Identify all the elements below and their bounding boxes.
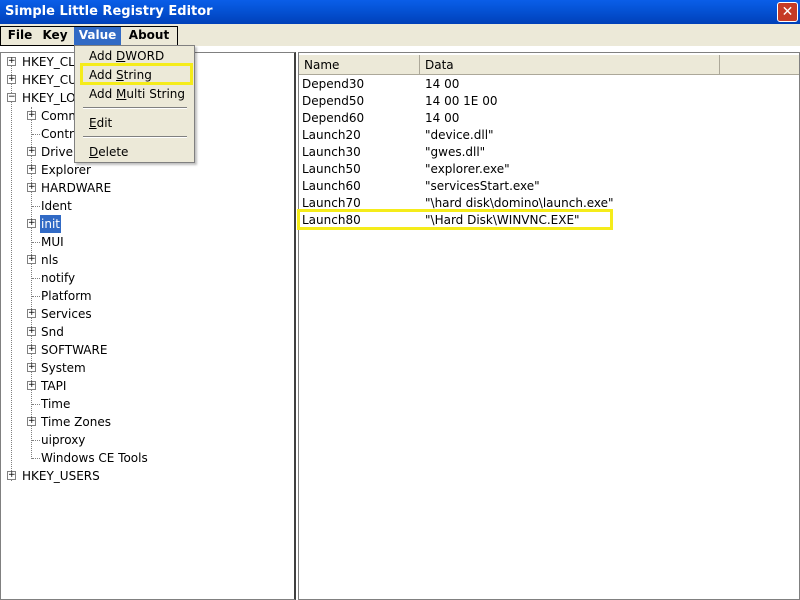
tree-node-label: HKEY_CU — [22, 73, 77, 87]
column-header-empty — [720, 55, 799, 75]
menu-item-edit[interactable]: Edit — [89, 114, 112, 132]
value-name-cell[interactable]: Launch20 — [302, 127, 361, 144]
expand-icon[interactable]: + — [7, 471, 16, 480]
expand-icon[interactable]: + — [7, 57, 16, 66]
value-name-cell[interactable]: Depend50 — [302, 93, 364, 110]
tree-line — [32, 206, 40, 207]
expand-icon[interactable]: + — [27, 183, 36, 192]
title-bar: Simple Little Registry Editor ✕ — [0, 0, 800, 24]
tree-node-label: nls — [41, 253, 59, 267]
menu-item-text: Add — [89, 87, 117, 101]
expand-icon[interactable]: + — [27, 345, 36, 354]
menu-item-text: tring — [123, 68, 152, 82]
tree-node-label: SOFTWARE — [41, 343, 108, 357]
menu-item-accel: D — [116, 49, 126, 63]
value-data-cell: "\Hard Disk\WINVNC.EXE" — [425, 213, 580, 227]
value-name-cell[interactable]: Launch70 — [302, 195, 361, 212]
value-name-cell[interactable]: Launch30 — [302, 144, 361, 161]
value-data-cell: "gwes.dll" — [425, 145, 486, 159]
menu-item-add-multi-string[interactable]: Add Multi String — [89, 85, 185, 103]
menu-item-add-string[interactable]: Add String — [89, 66, 152, 84]
column-header-name[interactable]: Name — [299, 55, 420, 75]
menu-separator — [83, 107, 187, 109]
tree-line — [31, 107, 32, 459]
expand-icon[interactable]: + — [27, 309, 36, 318]
tree-node-label: notify — [41, 271, 76, 285]
tree-node-label: Platform — [41, 289, 92, 303]
value-data-cell: 14 00 — [425, 111, 460, 125]
tree-node-label: Explorer — [41, 163, 91, 177]
value-data-cell: 14 00 — [425, 77, 460, 91]
tree-node-label: Services — [41, 307, 92, 321]
menubar-frame — [0, 26, 178, 46]
tree-node-label: TAPI — [41, 379, 67, 393]
tree-node-label: HKEY_CL — [22, 55, 75, 69]
menu-item-add-dword[interactable]: Add DWORD — [89, 47, 164, 65]
menu-item-text: dit — [96, 116, 113, 130]
menu-item-text: ulti String — [126, 87, 186, 101]
close-button[interactable]: ✕ — [777, 2, 798, 22]
value-menu-dropdown: Add DWORD Add String Add Multi String Ed… — [74, 45, 195, 163]
tree-line — [32, 278, 40, 279]
menu-item-accel: D — [89, 145, 99, 159]
tree-node-label: MUI — [41, 235, 64, 249]
window-title: Simple Little Registry Editor — [5, 4, 213, 19]
tree-line — [32, 440, 40, 441]
tree-node-label: HKEY_USERS — [22, 469, 100, 483]
tree-node-label: Driver — [41, 145, 78, 159]
expand-icon[interactable]: + — [27, 255, 36, 264]
expand-icon[interactable]: + — [27, 111, 36, 120]
value-data-cell: "\hard disk\domino\launch.exe" — [425, 196, 614, 210]
value-data-cell: 14 00 1E 00 — [425, 94, 498, 108]
values-list[interactable]: Name Data Depend30 14 00 Depend50 14 00 … — [298, 52, 800, 600]
value-name-cell[interactable]: Depend60 — [302, 110, 364, 127]
tree-line — [11, 61, 12, 481]
value-name-cell[interactable]: Depend30 — [302, 76, 364, 93]
expand-icon[interactable]: + — [7, 75, 16, 84]
menu-item-accel: M — [116, 87, 127, 101]
tree-line — [32, 458, 40, 459]
tree-node-label: Snd — [41, 325, 64, 339]
expand-icon[interactable]: + — [27, 417, 36, 426]
tree-line — [32, 242, 40, 243]
tree-node-label-selected: init — [40, 215, 61, 233]
collapse-icon[interactable]: − — [7, 93, 16, 102]
close-icon: ✕ — [781, 4, 794, 20]
menu-item-text: WORD — [125, 49, 165, 63]
menu-item-delete[interactable]: Delete — [89, 143, 128, 161]
value-data-cell: "servicesStart.exe" — [425, 179, 540, 193]
value-data-cell: "explorer.exe" — [425, 162, 510, 176]
value-name-cell[interactable]: Launch80 — [302, 212, 361, 229]
expand-icon[interactable]: + — [27, 219, 36, 228]
column-header-data[interactable]: Data — [420, 55, 720, 75]
value-name-cell[interactable]: Launch60 — [302, 178, 361, 195]
expand-icon[interactable]: + — [27, 363, 36, 372]
value-data-cell: "device.dll" — [425, 128, 494, 142]
tree-node-label: Time Zones — [41, 415, 111, 429]
menu-item-accel: E — [89, 116, 97, 130]
menu-item-text: elete — [98, 145, 129, 159]
tree-node-label: uiproxy — [41, 433, 86, 447]
expand-icon[interactable]: + — [27, 165, 36, 174]
tree-line — [32, 404, 40, 405]
expand-icon[interactable]: + — [27, 381, 36, 390]
tree-node-label: Ident — [41, 199, 72, 213]
value-name-cell[interactable]: Launch50 — [302, 161, 361, 178]
tree-node-label: HKEY_LO — [22, 91, 76, 105]
tree-line — [32, 134, 40, 135]
expand-icon[interactable]: + — [27, 327, 36, 336]
menu-separator — [83, 136, 187, 138]
tree-node-label: HARDWARE — [41, 181, 112, 195]
menu-item-accel: S — [116, 68, 124, 82]
tree-node-label: Windows CE Tools — [41, 451, 148, 465]
tree-node-label: System — [41, 361, 86, 375]
tree-line — [32, 296, 40, 297]
menu-item-text: Add — [89, 49, 117, 63]
expand-icon[interactable]: + — [27, 147, 36, 156]
tree-node-label: Time — [41, 397, 71, 411]
menu-item-text: Add — [89, 68, 117, 82]
